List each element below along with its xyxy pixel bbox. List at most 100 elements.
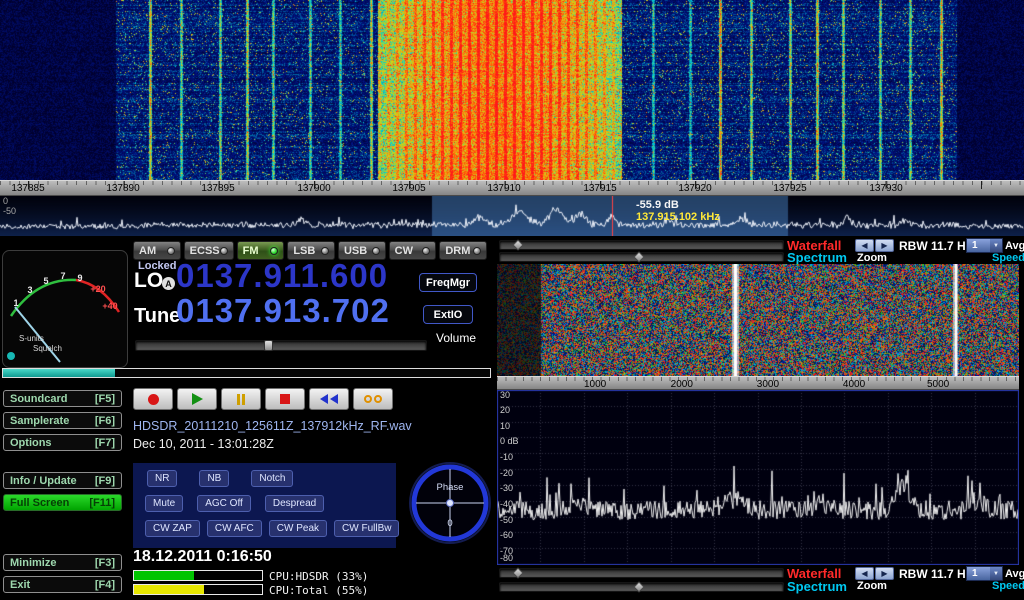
s-meter-tick-label: 5: [43, 276, 48, 286]
extio-button[interactable]: ExtIO: [423, 305, 473, 324]
diamond-handle-icon[interactable]: [513, 239, 524, 250]
y-axis-label: 30: [500, 391, 510, 400]
button-hotkey: [F4]: [95, 579, 115, 591]
mode-button-am[interactable]: AM: [133, 241, 181, 260]
s-meter-tick-label: 1: [13, 298, 18, 308]
loop-button[interactable]: [353, 388, 393, 410]
waterfall-contrast-slider-bottom[interactable]: [499, 568, 784, 578]
zoom-label-bottom: Zoom: [857, 580, 887, 592]
button-hotkey: [F9]: [95, 475, 115, 487]
cw-zap-button[interactable]: CW ZAP: [145, 520, 200, 537]
options-button[interactable]: Options[F7]: [3, 434, 122, 451]
tune-frequency-display[interactable]: 0137.913.702: [176, 292, 390, 330]
nr-button[interactable]: NR: [147, 470, 177, 487]
cw-afc-button[interactable]: CW AFC: [207, 520, 262, 537]
freqmgr-button[interactable]: FreqMgr: [419, 273, 477, 292]
mode-led-icon: [422, 247, 430, 255]
mode-button-drm[interactable]: DRM: [439, 241, 487, 260]
freq-scale-label: 137910: [487, 183, 520, 194]
scroll-left-button[interactable]: ◀: [855, 239, 874, 252]
scroll-left-button-bottom[interactable]: ◀: [855, 567, 874, 580]
lo-label: LO: [134, 269, 163, 293]
record-icon: [148, 394, 159, 405]
avg-label-bottom: Avg: [1005, 568, 1024, 580]
s-meter-tick-label: +20: [90, 284, 105, 294]
y-axis-label: -50: [500, 516, 513, 525]
zoom-scale-label: 2000: [671, 379, 693, 390]
phase-value: 0: [447, 518, 452, 529]
s-meter-tick-label: 9: [77, 273, 82, 283]
squelch-knob-icon[interactable]: [7, 352, 15, 360]
cw-fullbw-button[interactable]: CW FullBw: [334, 520, 399, 537]
diamond-handle-icon[interactable]: [633, 581, 644, 592]
dropdown-arrow-icon: ▼: [990, 567, 1002, 580]
mute-button[interactable]: Mute: [145, 495, 183, 512]
spectrum-tab-label[interactable]: Spectrum: [787, 250, 847, 265]
rewind-icon: [330, 394, 338, 404]
freq-scale-label: 137905: [392, 183, 425, 194]
lo-a-badge-button[interactable]: A: [162, 277, 175, 290]
avg-dropdown[interactable]: 1 ▼: [966, 238, 1003, 253]
waterfall-contrast-slider[interactable]: [499, 240, 784, 250]
zoom-spectrum[interactable]: [497, 390, 1019, 565]
s-meter-tick-label: 3: [27, 285, 32, 295]
zoom-label: Zoom: [857, 252, 887, 264]
despread-button[interactable]: Despread: [265, 495, 324, 512]
rewind-icon: [320, 394, 328, 404]
scroll-right-button-bottom[interactable]: ▶: [875, 567, 894, 580]
diamond-handle-icon[interactable]: [513, 567, 524, 578]
y-axis-label: -30: [500, 484, 513, 493]
rbw-label: RBW 11.7 Hz: [899, 239, 972, 253]
main-spectrum[interactable]: [0, 196, 1024, 236]
notch-button[interactable]: Notch: [251, 470, 293, 487]
record-button[interactable]: [133, 388, 173, 410]
volume-label: Volume: [436, 331, 476, 345]
fullscreen-button[interactable]: Full Screen[F11]: [3, 494, 122, 511]
mode-led-icon: [372, 247, 380, 255]
button-label: Samplerate: [10, 415, 69, 427]
zoom-frequency-scale[interactable]: 1000 2000 3000 4000 5000: [497, 376, 1019, 390]
cw-peak-button[interactable]: CW Peak: [269, 520, 327, 537]
spectrum-zoom-slider-bottom[interactable]: [499, 582, 784, 592]
phase-dial[interactable]: Phase 0: [406, 459, 494, 547]
stop-button[interactable]: [265, 388, 305, 410]
squelch-slider[interactable]: [2, 368, 491, 378]
hdsdr-window: 137885 137890 137895 137900 137905 13791…: [0, 0, 1024, 600]
lo-frequency-display[interactable]: 0137.911.600: [176, 257, 388, 295]
avg-dropdown-bottom[interactable]: 1 ▼: [966, 566, 1003, 581]
speed-label: Speed: [992, 252, 1024, 264]
cursor-freq-value: 137.915.102 kHz: [636, 211, 720, 223]
exit-button[interactable]: Exit[F4]: [3, 576, 122, 593]
agc-off-button[interactable]: AGC Off: [197, 495, 251, 512]
rewind-button[interactable]: [309, 388, 349, 410]
cursor-readout: -55.9 dB 137.915.102 kHz: [636, 199, 720, 223]
spectrum-zoom-slider[interactable]: [499, 252, 784, 262]
s-meter-caption: Squelch: [33, 344, 62, 353]
y-axis-label: 0 dB: [500, 437, 519, 446]
scroll-right-button[interactable]: ▶: [875, 239, 894, 252]
cpu-total-bar: [133, 584, 263, 595]
y-axis-label: -10: [500, 453, 513, 462]
minimize-button[interactable]: Minimize[F3]: [3, 554, 122, 571]
volume-slider-handle[interactable]: [264, 340, 273, 351]
button-label: Options: [10, 437, 52, 449]
rbw-label-bottom: RBW 11.7 Hz: [899, 567, 972, 581]
info-update-button[interactable]: Info / Update[F9]: [3, 472, 122, 489]
volume-slider[interactable]: [135, 340, 427, 351]
soundcard-button[interactable]: Soundcard[F5]: [3, 390, 122, 407]
play-button[interactable]: [177, 388, 217, 410]
nb-button[interactable]: NB: [199, 470, 229, 487]
squelch-fill: [3, 369, 115, 377]
mode-label: FM: [243, 245, 259, 257]
button-hotkey: [F5]: [95, 393, 115, 405]
samplerate-button[interactable]: Samplerate[F6]: [3, 412, 122, 429]
diamond-handle-icon[interactable]: [633, 251, 644, 262]
pause-button[interactable]: [221, 388, 261, 410]
mode-button-cw[interactable]: CW: [389, 241, 437, 260]
main-frequency-scale[interactable]: 137885 137890 137895 137900 137905 13791…: [0, 180, 1024, 196]
mode-led-icon: [220, 247, 228, 255]
freq-scale-label: 137890: [106, 183, 139, 194]
main-waterfall[interactable]: [0, 0, 1024, 180]
spectrum-tab-label-bottom[interactable]: Spectrum: [787, 579, 847, 594]
zoom-waterfall[interactable]: [497, 264, 1019, 376]
